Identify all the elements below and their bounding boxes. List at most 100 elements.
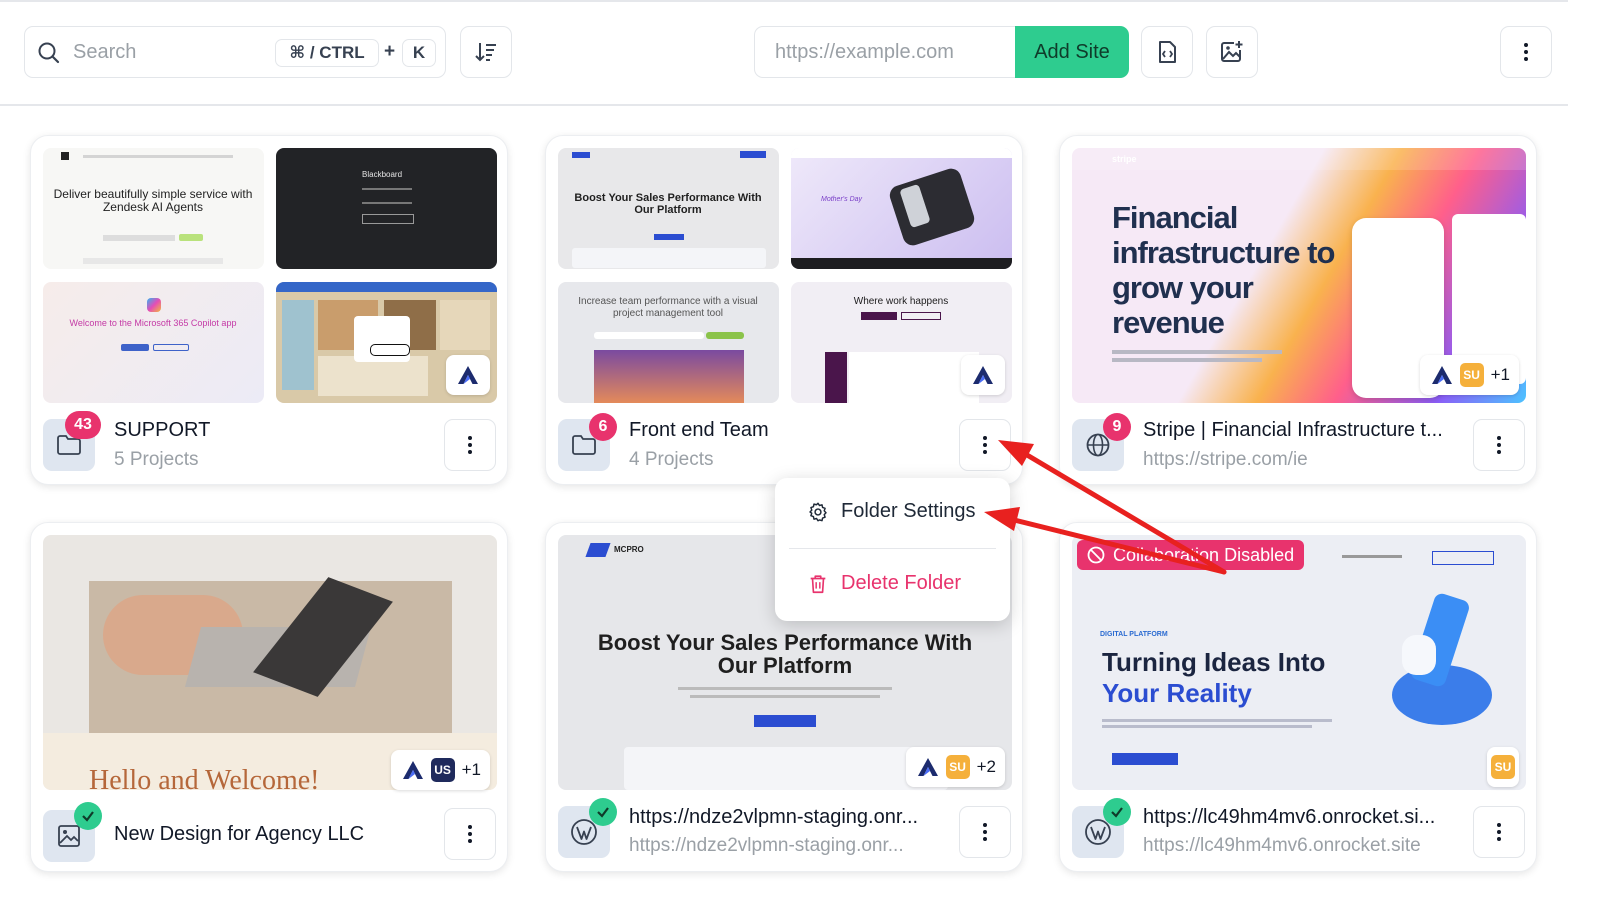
- card-subtitle: https://ndze2vlpmn-staging.onr...: [629, 835, 904, 856]
- kebab-icon: [468, 436, 472, 454]
- brand-logo-icon: [452, 359, 484, 391]
- notification-count-badge: 9: [1103, 413, 1131, 441]
- folder-card-front-end-team[interactable]: Boost Your Sales Performance With Our Pl…: [545, 135, 1023, 485]
- card-menu-button[interactable]: [444, 419, 496, 471]
- thumbnail-headline: Increase team performance with a visual …: [578, 296, 758, 319]
- search-box[interactable]: Search ⌘ / CTRL + K: [24, 26, 446, 78]
- site-badge: SU +2: [905, 747, 1005, 787]
- url-field-wrapper: [754, 26, 1016, 78]
- shortcut-k-key: K: [402, 39, 436, 67]
- card-menu-button[interactable]: [959, 419, 1011, 471]
- menu-item-label: Folder Settings: [841, 500, 976, 522]
- checkmark-icon: [82, 811, 94, 822]
- collaboration-disabled-badge: Collaboration Disabled: [1077, 540, 1305, 570]
- thumbnail-headline: Deliver beautifully simple service with …: [53, 187, 253, 214]
- menu-item-label: Delete Folder: [841, 572, 962, 594]
- sort-button[interactable]: [460, 26, 512, 78]
- collaborator-avatar: US: [430, 758, 455, 782]
- checkmark-icon: [597, 807, 609, 818]
- thumbnail-headline: Turning Ideas Into: [1102, 647, 1326, 677]
- check-badge: [1103, 798, 1131, 826]
- kebab-icon: [1497, 823, 1501, 841]
- folder-context-menu: Folder Settings Delete Folder: [775, 478, 1010, 621]
- thumbnail-eyebrow: DIGITAL PLATFORM: [1100, 631, 1168, 638]
- shortcut-modifier-key: ⌘ / CTRL: [275, 39, 379, 67]
- brand-logo-icon: [967, 359, 999, 391]
- card-subtitle: 5 Projects: [114, 449, 199, 470]
- menu-divider: [789, 548, 996, 549]
- top-toolbar: Search ⌘ / CTRL + K Add Site: [0, 0, 1568, 106]
- url-input[interactable]: [773, 27, 1007, 77]
- card-subtitle: 4 Projects: [629, 449, 714, 470]
- collaborator-avatar: SU: [1459, 363, 1484, 387]
- menu-item-folder-settings[interactable]: Folder Settings: [807, 500, 976, 523]
- check-badge: [74, 802, 102, 830]
- kebab-icon: [1497, 436, 1501, 454]
- notification-count-badge: 6: [589, 413, 617, 441]
- thumbnail-headline: Hello and Welcome!: [89, 765, 320, 790]
- extra-collaborators-count: +2: [976, 757, 996, 776]
- site-card-stripe[interactable]: stripe Financial infrastructure to grow …: [1059, 135, 1537, 485]
- card-subtitle: https://lc49hm4mv6.onrocket.site: [1143, 835, 1421, 856]
- more-options-button[interactable]: [1500, 26, 1552, 78]
- card-title: Front end Team: [629, 419, 769, 441]
- thumbnail-copilot: Welcome to the Microsoft 365 Copilot app: [43, 282, 264, 403]
- thumbnail-headline: Boost Your Sales Performance With Our Pl…: [574, 192, 762, 216]
- brand-logo-icon: [912, 751, 944, 783]
- shortcut-plus: +: [384, 41, 396, 62]
- import-code-button[interactable]: [1141, 26, 1193, 78]
- image-icon: [58, 825, 80, 847]
- collaboration-disabled-label: Collaboration Disabled: [1113, 544, 1295, 565]
- thumbnail-headline: Blackboard: [362, 170, 403, 179]
- kebab-icon: [983, 436, 987, 454]
- site-badge: [961, 355, 1005, 395]
- kebab-icon: [983, 823, 987, 841]
- thumbnail-mothers-day: Mother's Day: [791, 148, 1012, 269]
- ban-icon: [1087, 546, 1105, 564]
- thumbnail-ideas: DIGITAL PLATFORM Turning Ideas Into Your…: [1072, 535, 1526, 790]
- card-title: Stripe | Financial Infrastructure t...: [1143, 419, 1443, 441]
- thumbnail-headline: Financial infrastructure to grow your re…: [1112, 200, 1335, 340]
- thumbnail-brand: MCPRO: [614, 545, 644, 554]
- extra-collaborators-count: +1: [461, 760, 481, 779]
- design-card-new-design[interactable]: Hello and Welcome! US +1 New Design for …: [30, 522, 508, 872]
- collaborator-avatar: SU: [945, 755, 970, 779]
- site-badge: SU +1: [1419, 355, 1519, 395]
- add-site-button[interactable]: Add Site: [1015, 26, 1129, 78]
- thumbnail-headline: Boost Your Sales Performance With Our Pl…: [597, 630, 973, 678]
- brand-logo-icon: [397, 754, 429, 786]
- card-title: https://lc49hm4mv6.onrocket.si...: [1143, 806, 1436, 828]
- card-subtitle: https://stripe.com/ie: [1143, 449, 1308, 470]
- image-plus-icon: [1221, 41, 1243, 62]
- trash-icon: [810, 574, 826, 593]
- thumbnail-headline: Where work happens: [853, 296, 949, 307]
- folder-card-support[interactable]: Deliver beautifully simple service with …: [30, 135, 508, 485]
- check-badge: [589, 798, 617, 826]
- card-title: SUPPORT: [114, 419, 211, 441]
- checkmark-icon: [1111, 807, 1123, 818]
- gear-icon: [809, 502, 827, 521]
- site-badge: US +1: [390, 750, 490, 790]
- kebab-icon: [1524, 43, 1528, 61]
- thumbnail-blackboard: Blackboard: [276, 148, 497, 269]
- sort-icon: [475, 43, 496, 62]
- search-placeholder: Search: [73, 41, 137, 63]
- menu-item-delete-folder[interactable]: Delete Folder: [807, 572, 961, 595]
- card-menu-button[interactable]: [1473, 806, 1525, 858]
- add-image-button[interactable]: [1206, 26, 1258, 78]
- extra-collaborators-count: +1: [1490, 365, 1510, 384]
- card-menu-button[interactable]: [1473, 419, 1525, 471]
- card-title: New Design for Agency LLC: [114, 823, 365, 845]
- site-card-lc49hm4mv6[interactable]: DIGITAL PLATFORM Turning Ideas Into Your…: [1059, 522, 1537, 872]
- thumbnail-teamwork: Increase team performance with a visual …: [558, 282, 779, 403]
- site-badge: [446, 355, 490, 395]
- thumbnail-headline-accent: Your Reality: [1102, 678, 1252, 708]
- site-badge: SU: [1487, 747, 1519, 787]
- card-menu-button[interactable]: [444, 808, 496, 860]
- kebab-icon: [468, 825, 472, 843]
- notification-count-badge: 43: [65, 411, 101, 439]
- card-title: https://ndze2vlpmn-staging.onr...: [629, 806, 919, 828]
- thumbnail-headline: Mother's Day: [821, 196, 863, 203]
- card-menu-button[interactable]: [959, 806, 1011, 858]
- thumbnail-zendesk: Deliver beautifully simple service with …: [43, 148, 264, 269]
